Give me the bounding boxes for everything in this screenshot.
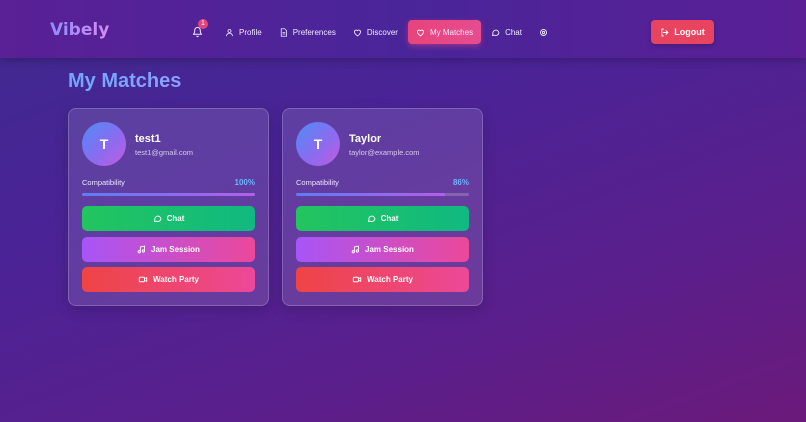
match-name: test1 [135,133,161,145]
jam-session-label: Jam Session [365,245,414,254]
compatibility-label: Compatibility [296,178,339,187]
chat-bubble-icon [153,214,162,223]
gear-icon [539,28,548,37]
match-card: T Taylor taylor@example.com Compatibilit… [282,108,483,306]
compatibility-label: Compatibility [82,178,125,187]
nav-item-chat[interactable]: Chat [484,20,529,44]
match-email: test1@gmail.com [135,148,194,157]
music-note-icon [351,245,360,254]
compatibility-value: 100% [234,178,255,187]
heart-icon [353,28,362,37]
nav-item-profile[interactable]: Profile [218,20,269,44]
logout-button[interactable]: Logout [651,20,714,44]
jam-session-button[interactable]: Jam Session [82,237,255,262]
match-name: Taylor [349,133,382,145]
page-title: My Matches [68,70,182,92]
chat-button[interactable]: Chat [296,206,469,231]
nav-item-label: Preferences [292,27,336,37]
chat-button[interactable]: Chat [82,206,255,231]
chat-bubble-icon [367,214,376,223]
nav-item-label: Chat [505,27,522,37]
chat-bubble-icon [491,28,500,37]
heart-icon [416,28,425,37]
match-email: taylor@example.com [349,148,420,157]
compatibility-bar-fill [296,193,445,196]
notification-badge: 1 [198,19,208,29]
main-nav: 1 Profile Preferences Discover My Matche [184,19,556,44]
video-icon [352,275,362,284]
watch-party-button[interactable]: Watch Party [296,267,469,292]
user-icon [225,28,234,37]
nav-item-label: Profile [239,27,262,37]
music-note-icon [137,245,146,254]
video-icon [138,275,148,284]
settings-button[interactable] [532,20,556,44]
preferences-icon [279,27,288,37]
notifications-button[interactable]: 1 [184,19,210,44]
top-navbar: Vibely 1 Profile Preferences Discover My… [0,0,806,58]
app-logo[interactable]: Vibely [50,20,109,40]
nav-item-discover[interactable]: Discover [346,20,405,44]
chat-button-label: Chat [166,214,185,223]
logout-icon [660,28,669,37]
match-card: T test1 test1@gmail.com Compatibility 10… [68,108,269,306]
logout-label: Logout [674,27,705,37]
watch-party-button[interactable]: Watch Party [82,267,255,292]
compatibility-value: 86% [452,178,469,187]
jam-session-button[interactable]: Jam Session [296,237,469,262]
watch-party-label: Watch Party [367,275,413,284]
jam-session-label: Jam Session [151,245,200,254]
compatibility-bar [82,193,255,196]
nav-item-my-matches[interactable]: My Matches [407,20,482,44]
nav-item-preferences[interactable]: Preferences [272,20,343,44]
avatar: T [82,122,126,166]
compatibility-bar-fill [82,193,255,196]
avatar: T [296,122,340,166]
chat-button-label: Chat [380,214,399,223]
compatibility-bar [296,193,469,196]
watch-party-label: Watch Party [153,275,199,284]
nav-item-label: Discover [366,27,398,37]
nav-item-label: My Matches [429,27,474,37]
